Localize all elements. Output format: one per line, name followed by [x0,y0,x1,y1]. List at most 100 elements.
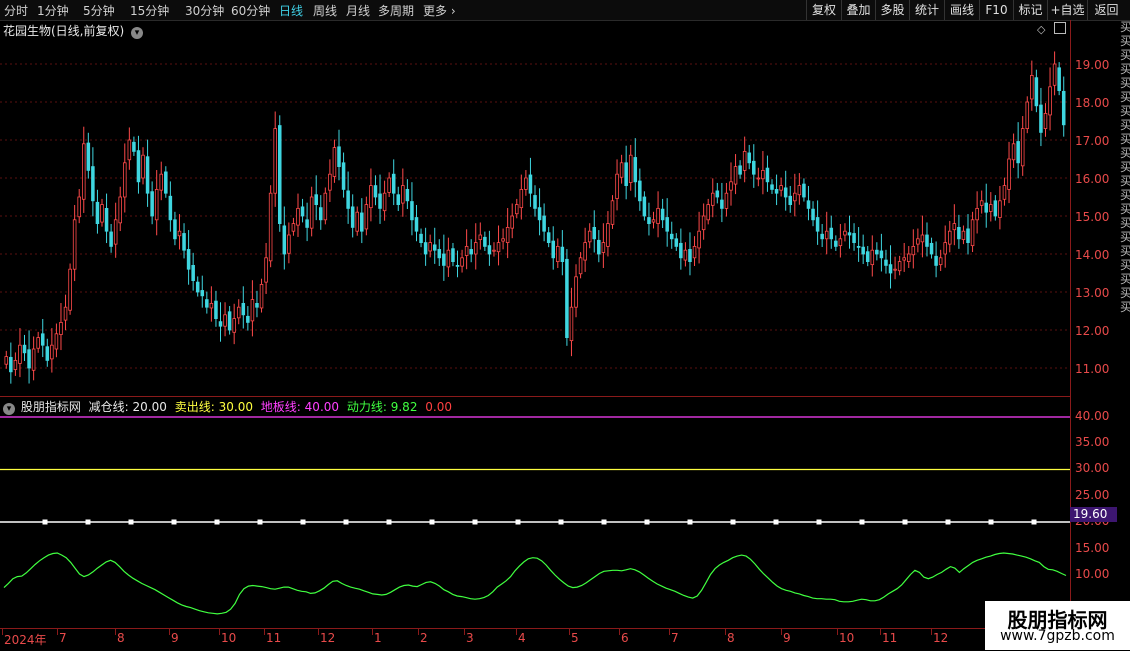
date-axis-tick [880,629,881,635]
candle [123,162,127,198]
candle [437,249,442,259]
candle [9,356,13,373]
candle [802,183,806,198]
candle [100,204,104,223]
candle [565,258,569,339]
legend-reduce-label: 减仓线: [88,400,129,414]
watermark-url: www.7gpzb.com [1000,628,1115,644]
tab-weekly[interactable]: 周线 [313,2,337,19]
draw-line-button[interactable]: 画线 [944,0,979,20]
candle [875,249,879,255]
back-button[interactable]: 返回 [1087,0,1125,20]
multi-stock-button[interactable]: 多股 [875,0,909,20]
date-axis-label: 6 [621,631,629,645]
f10-button[interactable]: F10 [979,0,1013,20]
candle [1057,67,1061,91]
overlay-button[interactable]: 叠加 [841,0,875,20]
date-axis-label: 10 [839,631,855,645]
tab-timeshare[interactable]: 分时 [4,2,28,19]
candle [578,257,583,275]
candle [619,162,624,178]
candle [95,201,100,225]
reduce-line-marker [945,519,951,525]
candle [432,244,437,251]
momentum-line [3,552,1067,615]
reduce-line-marker [386,519,392,525]
candle [642,196,647,217]
reduce-line-marker [85,519,91,525]
price-axis-label: 15.00 [1075,210,1110,224]
reduce-line-marker [773,519,779,525]
indicator-panel[interactable] [0,396,1070,629]
tab-5min[interactable]: 5分钟 [83,2,115,19]
candle [847,232,852,236]
date-axis-tick [372,629,373,635]
candle [984,202,989,213]
candle [806,200,811,209]
statistics-button[interactable]: 统计 [909,0,944,20]
candle [277,125,282,224]
candle [998,200,1002,218]
candle [774,188,779,194]
reduce-line-marker [644,519,650,525]
chevron-down-icon[interactable]: ▾ [131,27,144,39]
tab-30min[interactable]: 30分钟 [185,2,224,19]
reduce-line-marker [214,519,220,525]
date-axis-label: 5 [571,631,579,645]
candle [934,255,938,266]
reduce-line-marker [816,519,822,525]
candle [533,195,537,209]
diamond-icon[interactable]: ◇ [1037,23,1045,36]
chevron-down-icon[interactable]: ▾ [3,403,15,415]
candle [478,234,483,240]
candlestick-chart[interactable] [0,20,1070,396]
candle [405,188,410,202]
date-axis-tick [264,629,265,635]
candle [979,200,984,206]
tab-multi-period[interactable]: 多周期 [378,2,414,19]
candle [683,249,688,261]
mark-button[interactable]: 标记 [1013,0,1047,20]
add-watchlist-button[interactable]: +自选 [1047,0,1087,20]
candle [793,192,797,202]
candle [118,196,122,224]
tab-60min[interactable]: 60分钟 [231,2,270,19]
window-toggle-icon[interactable] [1054,22,1066,34]
candle [31,348,36,371]
price-axis-label: 11.00 [1075,362,1110,376]
date-axis-tick [464,629,465,635]
date-axis-tick [169,629,170,635]
candle [59,321,63,335]
tab-more[interactable]: 更多 › [423,2,456,19]
candle [710,192,715,206]
indicator-chart[interactable] [0,397,1070,629]
candle [141,154,145,179]
candle [319,207,323,221]
candle [177,230,182,237]
price-axis-label: 17.00 [1075,134,1110,148]
tab-daily[interactable]: 日线 [279,2,303,19]
indicator-name: 股朋指标网 [20,400,81,414]
candle [200,290,205,297]
date-axis-label: 1 [374,631,382,645]
candle [373,185,378,198]
candle [1052,63,1057,86]
candle [906,253,911,262]
date-axis-label: 2 [420,631,428,645]
candle [975,207,979,221]
candle [355,211,360,232]
candle [446,249,451,268]
candle [54,333,59,350]
candle [309,196,314,229]
candle [391,173,396,194]
tab-15min[interactable]: 15分钟 [130,2,169,19]
date-axis-label: 10 [221,631,237,645]
candle [1020,128,1025,167]
candlestick-panel[interactable] [0,20,1070,396]
restore-rights-button[interactable]: 复权 [806,0,841,20]
tab-monthly[interactable]: 月线 [346,2,370,19]
candle [195,281,200,293]
tab-1min[interactable]: 1分钟 [37,2,69,19]
candle [884,259,888,266]
candle [268,192,273,262]
